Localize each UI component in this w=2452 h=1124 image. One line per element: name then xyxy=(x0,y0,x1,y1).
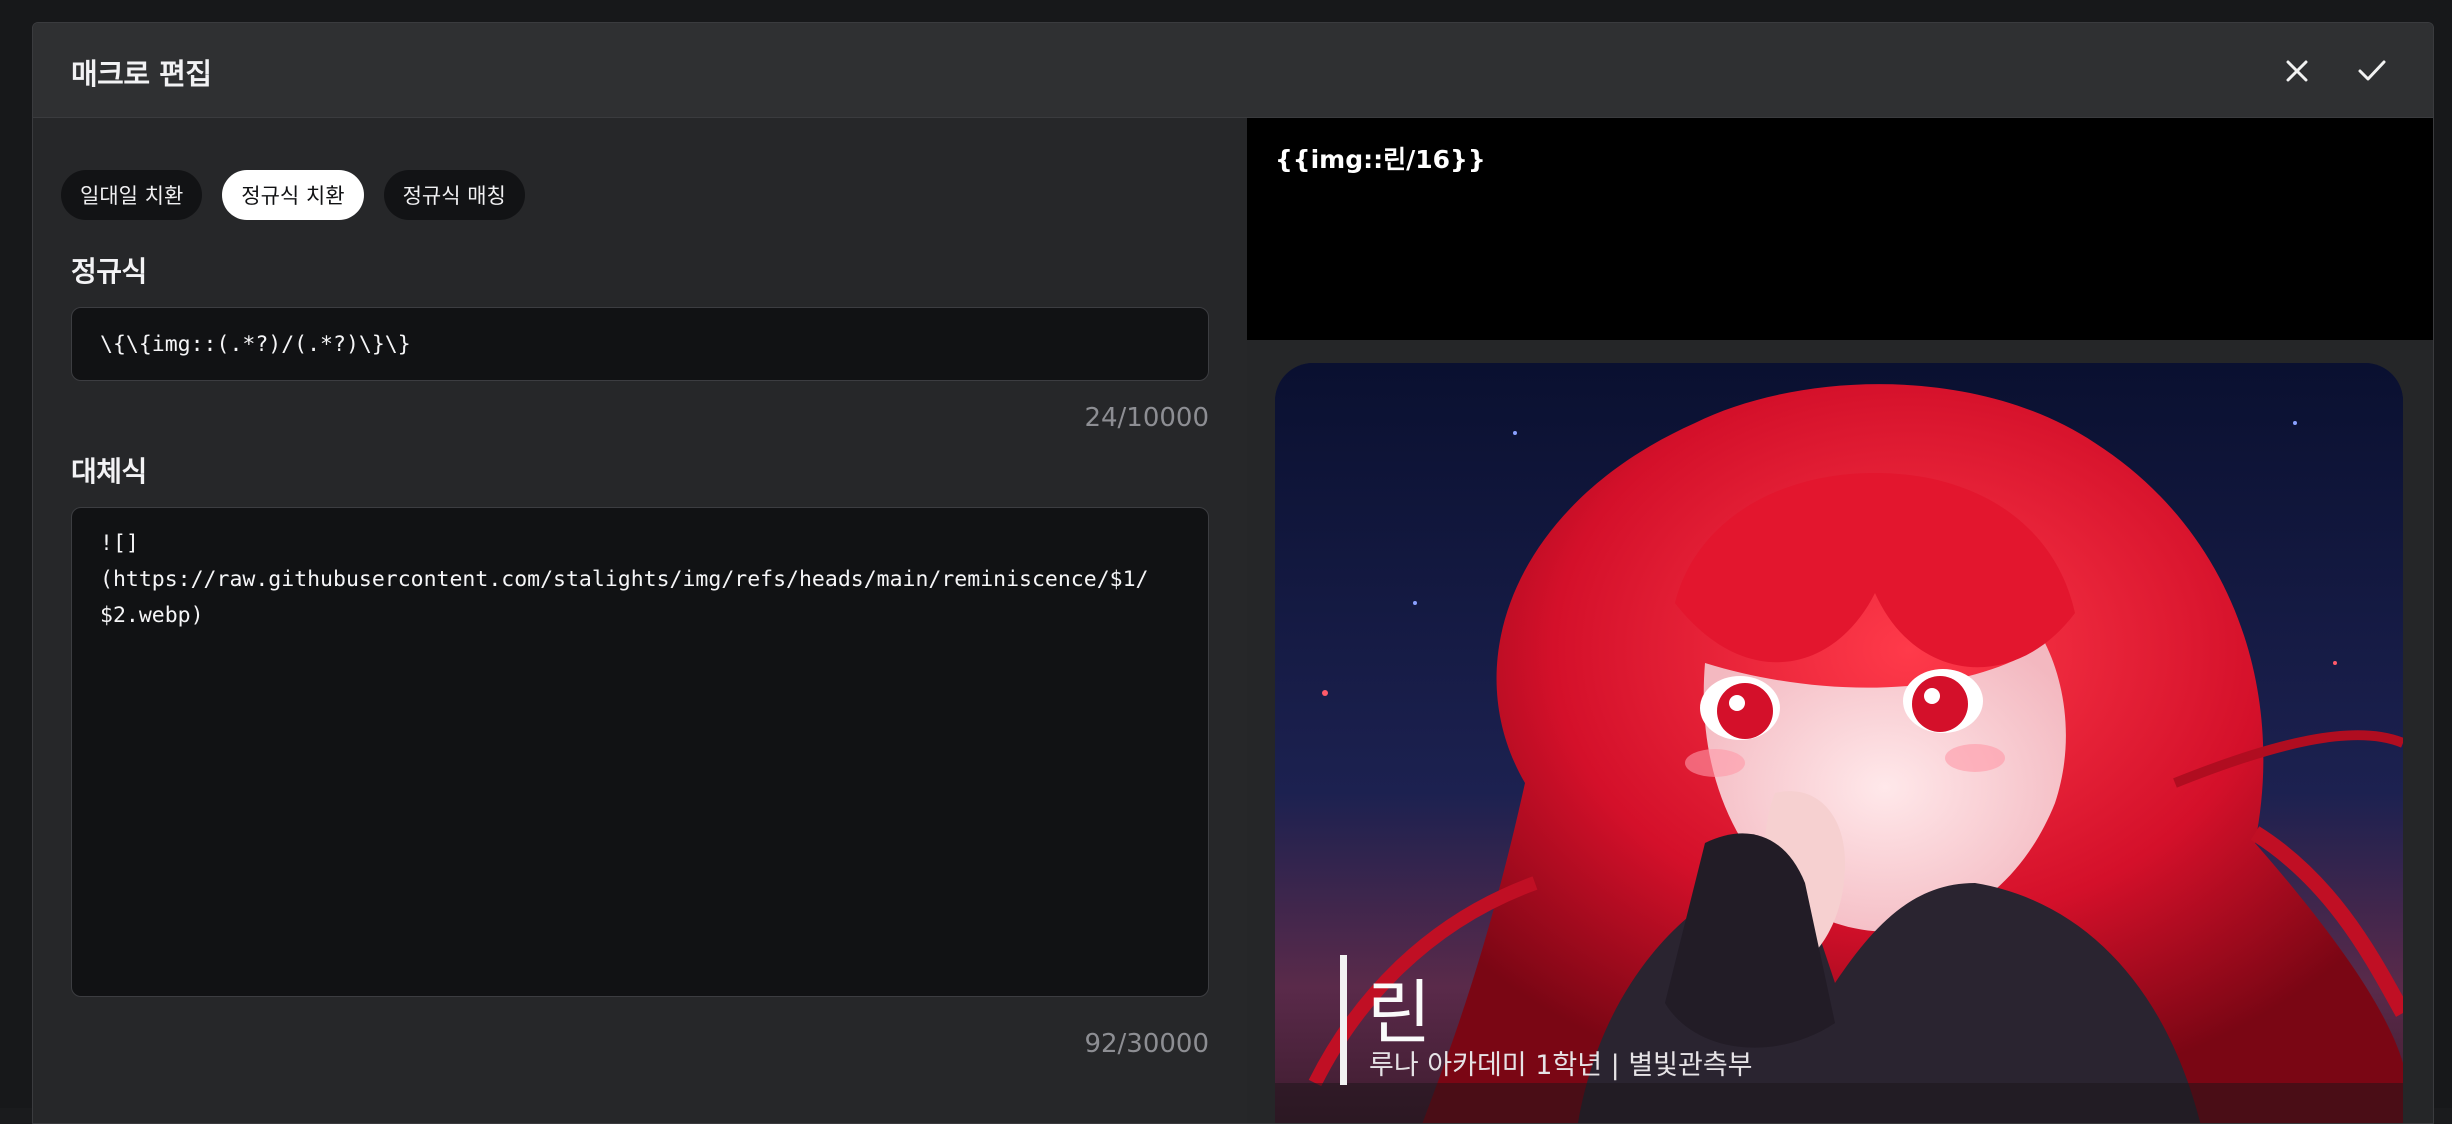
preview-image: 린 루나 아카데미 1학년 | 별빛관측부 xyxy=(1275,363,2403,1123)
modal-header: 매크로 편집 xyxy=(33,23,2433,118)
replacement-label: 대체식 xyxy=(71,455,147,488)
replacement-counter: 92/30000 xyxy=(1084,1029,1209,1059)
replacement-textarea[interactable]: ![] (https://raw.githubusercontent.com/s… xyxy=(71,507,1209,997)
modal-title: 매크로 편집 xyxy=(71,57,212,91)
character-illustration xyxy=(1275,363,2403,1123)
regex-input[interactable]: \{\{img::(.*?)/(.*?)\}\} xyxy=(71,307,1209,381)
preview-input-text: {{img::린/16}} xyxy=(1275,145,1486,174)
editor-pane: 일대일 치환 정규식 치환 정규식 매칭 정규식 \{\{img::(.*?)/… xyxy=(33,118,1246,1123)
regex-counter: 24/10000 xyxy=(1084,403,1209,433)
caption-bar xyxy=(1340,955,1347,1085)
close-icon xyxy=(2286,60,2308,82)
confirm-button[interactable] xyxy=(2350,49,2394,93)
preview-input-area: {{img::린/16}} xyxy=(1247,118,2433,340)
regex-label: 정규식 xyxy=(71,255,147,288)
close-button[interactable] xyxy=(2275,49,2319,93)
chip-one-to-one[interactable]: 일대일 치환 xyxy=(61,170,203,220)
preview-pane: {{img::린/16}} 린 루나 아카데미 1학년 | 별빛관측부 xyxy=(1247,118,2433,1123)
mode-chips: 일대일 치환 정규식 치환 정규식 매칭 xyxy=(61,170,525,220)
chip-regex-match[interactable]: 정규식 매칭 xyxy=(383,170,525,220)
chip-regex-replace[interactable]: 정규식 치환 xyxy=(222,170,364,220)
caption-subtitle: 루나 아카데미 1학년 | 별빛관측부 xyxy=(1369,1050,1753,1081)
check-icon xyxy=(2358,60,2386,81)
macro-edit-modal: 매크로 편집 일대일 치환 정규식 치환 정규식 매칭 정규식 \{\{img:… xyxy=(32,22,2434,1124)
